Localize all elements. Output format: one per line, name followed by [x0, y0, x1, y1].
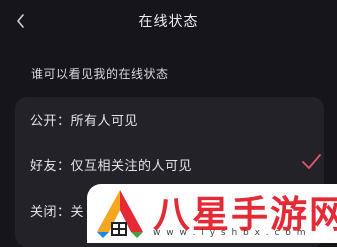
option-label: 公开：所有人可见	[30, 114, 139, 129]
option-label: 关闭：关	[30, 205, 85, 220]
option-label: 好友：仅互相关注的人可见	[30, 159, 193, 174]
watermark-logo-icon	[91, 188, 149, 240]
option-friends[interactable]: 好友：仅互相关注的人可见	[15, 145, 324, 181]
checkmark-icon	[301, 153, 321, 171]
nav-bar: 在线状态	[0, 0, 337, 42]
page-title: 在线状态	[138, 14, 199, 30]
section-title: 谁可以看见我的在线状态	[31, 67, 169, 81]
watermark: 八星手游网 w w w . l y s h b x . c o m	[87, 184, 337, 243]
option-public[interactable]: 公开：所有人可见	[15, 100, 324, 136]
watermark-url: w w w . l y s h b x . c o m	[153, 228, 307, 238]
